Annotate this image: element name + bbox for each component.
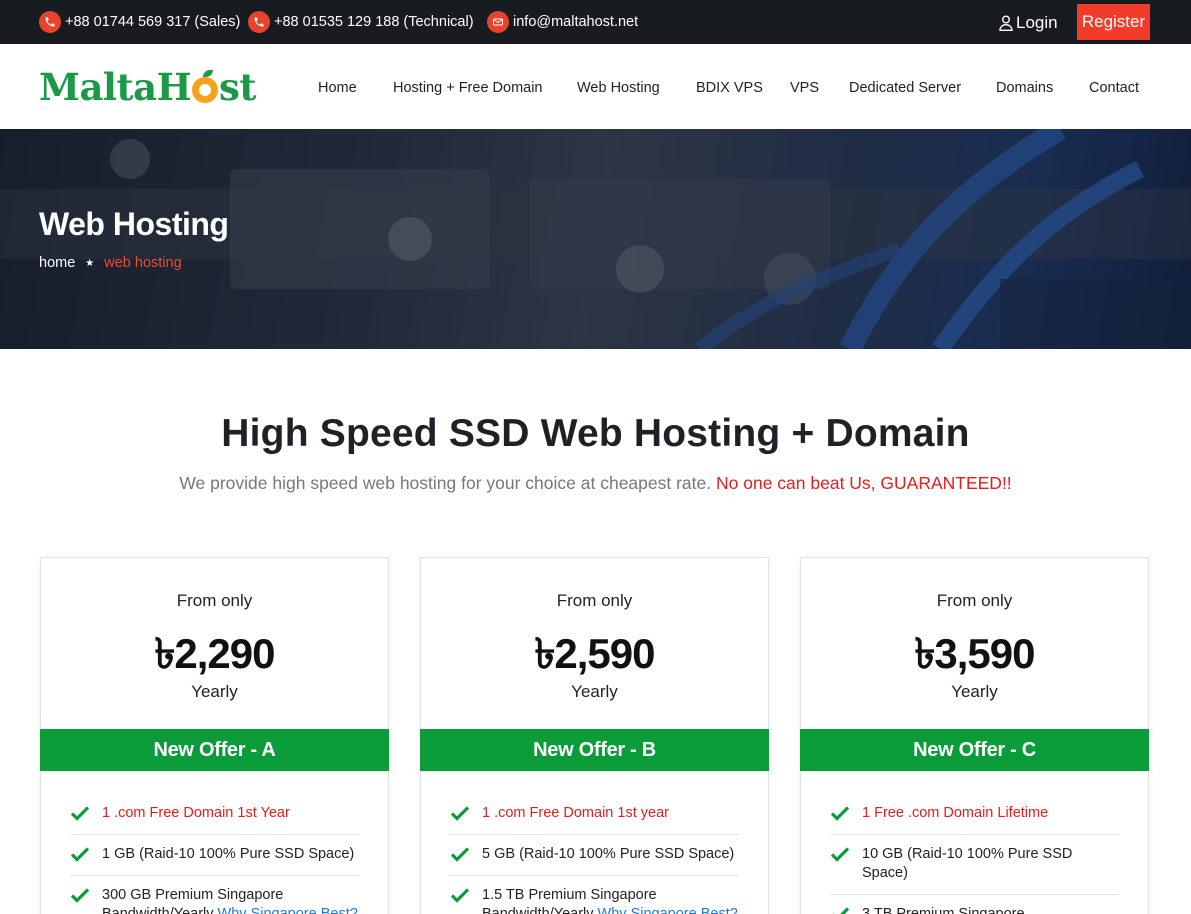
- check-icon: [830, 806, 850, 821]
- why-singapore-link[interactable]: Why Singapore Best?: [598, 906, 738, 914]
- nav-web-hosting[interactable]: Web Hosting: [577, 80, 660, 96]
- feature-item: 1 GB (Raid-10 100% Pure SSD Space): [70, 835, 359, 876]
- orange-logo-icon: [192, 70, 219, 103]
- top-bar: +88 01744 569 317 (Sales) +88 01535 129 …: [0, 0, 1191, 44]
- login-link[interactable]: Login: [999, 11, 1058, 35]
- check-icon: [450, 847, 470, 862]
- maltahost-logo[interactable]: Malta Hst: [39, 65, 256, 109]
- nav-bdix-vps[interactable]: BDIX VPS: [696, 80, 763, 96]
- check-icon: [830, 847, 850, 862]
- nav-hosting-free-domain[interactable]: Hosting + Free Domain: [393, 80, 543, 96]
- feature-item: 300 GB Premium Singapore Bandwidth/Yearly…: [70, 876, 359, 914]
- logo-text-st: st: [219, 65, 256, 109]
- nav-dedicated-server[interactable]: Dedicated Server: [849, 80, 961, 96]
- plan-card-a: From only ৳2,290 Yearly New Offer - A 1 …: [40, 557, 389, 914]
- plan-card-c: From only ৳3,590 Yearly New Offer - C 1 …: [800, 557, 1149, 914]
- plan-offer-banner: New Offer - A: [40, 729, 389, 771]
- main-navbar: Malta Hst Home Hosting + Free Domain Web …: [0, 44, 1191, 129]
- technical-phone[interactable]: +88 01535 129 188 (Technical): [248, 10, 474, 34]
- logo-text-h: H: [156, 65, 192, 109]
- nav-home[interactable]: Home: [318, 80, 357, 96]
- plan-period: Yearly: [571, 682, 618, 701]
- logo-text-malta: Malta: [39, 65, 157, 109]
- feature-item: 1.5 TB Premium Singapore Bandwidth/Yearly…: [450, 876, 739, 914]
- feature-item: 3 TB Premium Singapore: [830, 895, 1119, 914]
- from-only-label: From only: [556, 591, 633, 610]
- feature-item: 1 .com Free Domain 1st Year: [70, 794, 359, 835]
- from-only-label: From only: [176, 591, 253, 610]
- nav-vps[interactable]: VPS: [790, 80, 819, 96]
- email-link[interactable]: info@maltahost.net: [487, 10, 638, 34]
- check-icon: [70, 806, 90, 821]
- page-hero-banner: Web Hosting home ★ web hosting: [0, 129, 1191, 349]
- subtitle-highlight: No one can beat Us, GUARANTEED!!: [716, 473, 1012, 493]
- star-separator-icon: ★: [85, 257, 95, 269]
- feature-item: 10 GB (Raid-10 100% Pure SSD Space): [830, 835, 1119, 895]
- register-button[interactable]: Register: [1077, 4, 1150, 40]
- technical-phone-text: +88 01535 129 188 (Technical): [274, 14, 474, 30]
- login-label: Login: [1016, 13, 1058, 32]
- feature-item: 1 .com Free Domain 1st year: [450, 794, 739, 835]
- feature-item: 5 GB (Raid-10 100% Pure SSD Space): [450, 835, 739, 876]
- user-icon: [999, 15, 1013, 31]
- page-title: Web Hosting: [39, 206, 229, 242]
- check-icon: [832, 907, 850, 914]
- check-icon: [70, 847, 90, 862]
- sales-phone-text: +88 01744 569 317 (Sales): [65, 14, 241, 30]
- plan-offer-banner: New Offer - B: [420, 729, 769, 771]
- check-icon: [70, 888, 90, 903]
- feature-list: 1 Free .com Domain Lifetime 10 GB (Raid-…: [830, 794, 1119, 914]
- nav-contact[interactable]: Contact: [1089, 80, 1139, 96]
- from-only-label: From only: [936, 591, 1013, 610]
- why-singapore-link[interactable]: Why Singapore Best?: [218, 906, 358, 914]
- feature-item: 1 Free .com Domain Lifetime: [830, 794, 1119, 835]
- nav-domains[interactable]: Domains: [996, 80, 1053, 96]
- plan-offer-banner: New Offer - C: [800, 729, 1149, 771]
- breadcrumb: home ★ web hosting: [39, 255, 182, 271]
- feature-list: 1 .com Free Domain 1st Year 1 GB (Raid-1…: [70, 794, 359, 914]
- plan-period: Yearly: [951, 682, 998, 701]
- phone-icon: [248, 11, 270, 33]
- plan-card-b: From only ৳2,590 Yearly New Offer - B 1 …: [420, 557, 769, 914]
- mail-icon: [487, 11, 509, 33]
- section-subtitle: We provide high speed web hosting for yo…: [0, 473, 1191, 494]
- check-icon: [450, 806, 470, 821]
- check-icon: [450, 888, 470, 903]
- email-text: info@maltahost.net: [513, 14, 639, 30]
- subtitle-text: We provide high speed web hosting for yo…: [179, 473, 712, 493]
- phone-icon: [39, 11, 61, 33]
- sales-phone[interactable]: +88 01744 569 317 (Sales): [39, 10, 240, 34]
- breadcrumb-home-link[interactable]: home: [39, 255, 75, 271]
- breadcrumb-current: web hosting: [104, 255, 182, 271]
- feature-list: 1 .com Free Domain 1st year 5 GB (Raid-1…: [450, 794, 739, 914]
- section-title: High Speed SSD Web Hosting + Domain: [221, 412, 970, 455]
- plan-period: Yearly: [191, 682, 238, 701]
